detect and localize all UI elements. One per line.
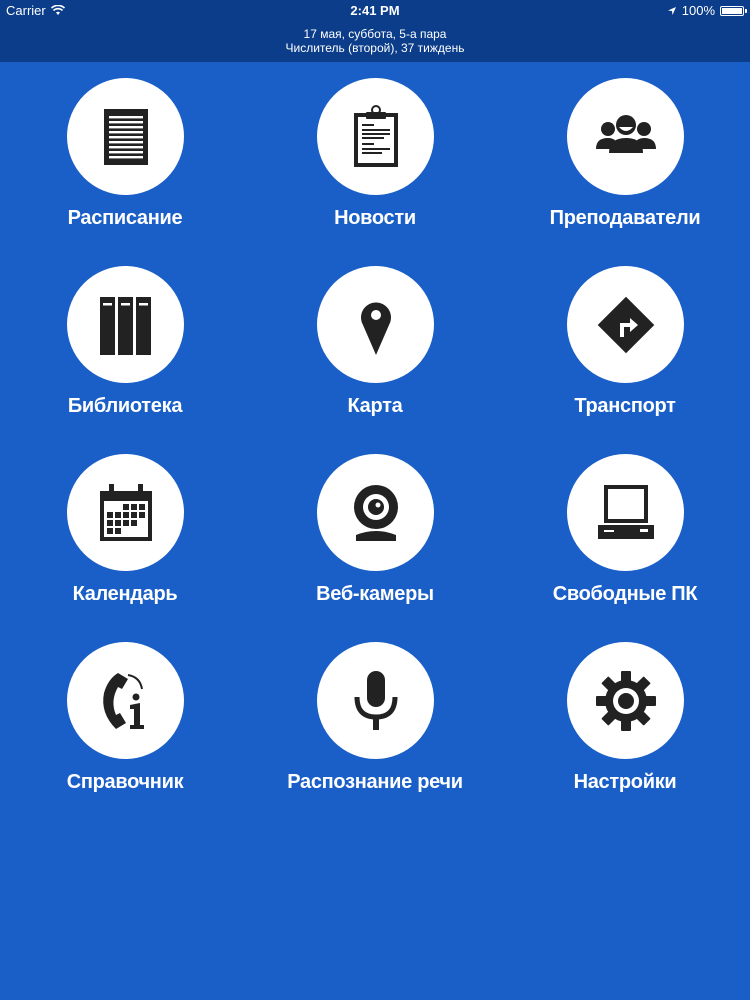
menu-item-map[interactable]: Карта — [250, 250, 500, 438]
menu-item-teachers[interactable]: Преподаватели — [500, 62, 750, 250]
calendar-icon-circle — [67, 454, 184, 571]
books-icon — [99, 296, 151, 355]
menu-item-library[interactable]: Библиотека — [0, 250, 250, 438]
clipboard-news-icon — [353, 104, 398, 167]
menu-item-news[interactable]: Новости — [250, 62, 500, 250]
directory-icon-circle — [67, 642, 184, 759]
speech-icon-circle — [317, 642, 434, 759]
menu-item-webcams[interactable]: Веб-камеры — [250, 438, 500, 626]
menu-item-label: Карта — [347, 395, 403, 417]
menu-item-schedule[interactable]: Расписание — [0, 62, 250, 250]
menu-item-label: Веб-камеры — [316, 583, 434, 605]
menu-item-transport[interactable]: Транспорт — [500, 250, 750, 438]
battery-percent: 100% — [681, 3, 715, 18]
status-right: 100% — [667, 3, 747, 18]
webcam-icon — [353, 484, 398, 541]
schedule-icon — [103, 108, 148, 165]
menu-item-label: Календарь — [72, 583, 178, 605]
menu-item-label: Настройки — [573, 771, 677, 793]
news-icon-circle — [317, 78, 434, 195]
menu-item-free-pc[interactable]: Свободные ПК — [500, 438, 750, 626]
gear-icon — [595, 670, 656, 731]
road-sign-icon — [597, 296, 654, 353]
menu-item-speech-recognition[interactable]: Распознание речи — [250, 626, 500, 814]
menu-item-label: Распознание речи — [287, 771, 463, 793]
menu-item-label: Преподаватели — [549, 207, 701, 229]
phone-info-icon — [102, 672, 144, 729]
date-line: 17 мая, суббота, 5-а пара — [303, 27, 447, 41]
week-line: Числитель (второй), 37 тиждень — [285, 41, 465, 55]
info-header: 17 мая, суббота, 5-а пара Числитель (вто… — [0, 22, 750, 62]
transport-icon-circle — [567, 266, 684, 383]
teachers-group-icon — [595, 114, 656, 153]
schedule-icon-circle — [67, 78, 184, 195]
menu-item-label: Справочник — [66, 771, 184, 793]
menu-item-calendar[interactable]: Календарь — [0, 438, 250, 626]
teachers-icon-circle — [567, 78, 684, 195]
computer-icon — [597, 484, 654, 539]
status-time: 2:41 PM — [350, 3, 400, 18]
webcams-icon-circle — [317, 454, 434, 571]
menu-item-directory[interactable]: Справочник — [0, 626, 250, 814]
free-pc-icon-circle — [567, 454, 684, 571]
settings-icon-circle — [567, 642, 684, 759]
menu-item-settings[interactable]: Настройки — [500, 626, 750, 814]
map-icon-circle — [317, 266, 434, 383]
location-arrow-icon — [667, 6, 676, 15]
battery-icon — [720, 5, 747, 16]
map-pin-icon — [360, 302, 391, 355]
microphone-icon — [354, 670, 397, 730]
menu-item-label: Библиотека — [67, 395, 183, 417]
menu-item-label: Свободные ПК — [552, 583, 698, 605]
calendar-icon — [99, 483, 152, 541]
menu-item-label: Транспорт — [574, 395, 676, 417]
status-bar: Carrier 2:41 PM 100% — [0, 0, 750, 22]
menu-item-label: Новости — [334, 207, 416, 229]
menu-item-label: Расписание — [67, 207, 183, 229]
library-icon-circle — [67, 266, 184, 383]
